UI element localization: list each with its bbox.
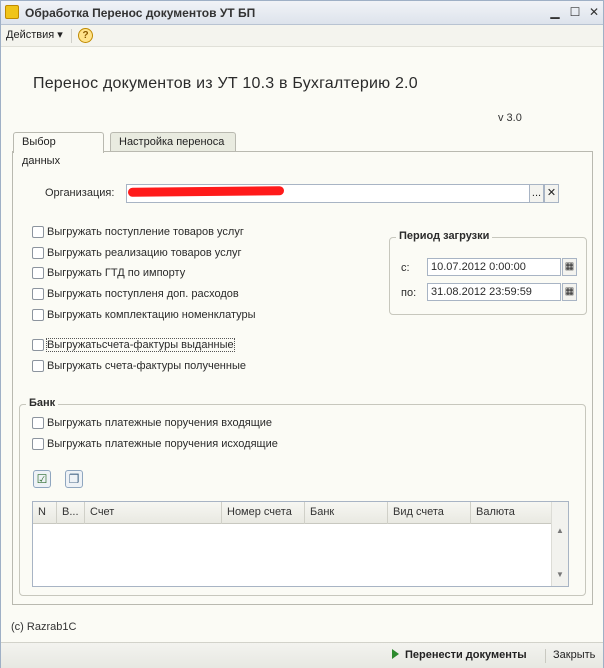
checkbox-label: Выгружать счета-фактуры полученные [47, 360, 246, 372]
checkbox-invoices-issued[interactable]: Выгружатьсчета-фактуры выданные [32, 338, 235, 352]
maximize-button[interactable]: ☐ [567, 5, 583, 20]
checkbox-box[interactable] [32, 267, 44, 279]
column-header[interactable]: Банк [305, 502, 388, 524]
checkbox-box[interactable] [32, 288, 44, 300]
period-title: Период загрузки [396, 230, 493, 242]
checkbox-label: Выгружать реализацию товаров услуг [47, 247, 242, 259]
column-header[interactable]: В... [57, 502, 85, 524]
status-separator [545, 649, 546, 663]
calendar-icon[interactable]: ▦ [562, 258, 577, 276]
bank-accounts-table: N В... Счет Номер счета Банк Вид счета В… [32, 501, 569, 587]
actions-menu-button[interactable]: Действия ▾ [6, 28, 63, 41]
version-label: v 3.0 [498, 112, 522, 124]
checkbox-payments-outgoing[interactable]: Выгружать платежные поручения исходящие [32, 437, 278, 451]
checkbox-box[interactable] [32, 360, 44, 372]
window-title: Обработка Перенос документов УТ БП [25, 6, 256, 20]
tab-data-selection[interactable]: Выбор данных [13, 132, 104, 167]
checkbox-label: Выгружать поступление товаров услуг [47, 226, 244, 238]
scroll-down-arrow[interactable]: ▼ [556, 570, 564, 579]
checkbox-box[interactable] [32, 309, 44, 321]
checkbox-nomenclature-assembly[interactable]: Выгружать комплектацию номенклатуры [32, 308, 256, 322]
checkbox-box[interactable] [32, 226, 44, 238]
close-window-button[interactable]: ✕ [586, 5, 602, 20]
title-bar: Обработка Перенос документов УТ БП ▁ ☐ ✕ [1, 1, 603, 25]
scroll-up-arrow[interactable]: ▲ [556, 526, 564, 535]
checkbox-label: Выгружатьсчета-фактуры выданные [46, 338, 235, 352]
organization-label: Организация: [45, 187, 115, 199]
checkbox-box[interactable] [32, 339, 44, 351]
period-group [389, 237, 587, 315]
calendar-icon[interactable]: ▦ [562, 283, 577, 301]
column-header[interactable]: Вид счета [388, 502, 471, 524]
checkbox-box[interactable] [32, 247, 44, 259]
checkbox-label: Выгружать комплектацию номенклатуры [47, 309, 256, 321]
column-header[interactable]: N [33, 502, 57, 524]
column-header[interactable]: Счет [85, 502, 222, 524]
organization-clear-button[interactable]: ✕ [544, 184, 559, 203]
checkbox-payments-incoming[interactable]: Выгружать платежные поручения входящие [32, 416, 272, 430]
checkbox-label: Выгружать поступленя доп. расходов [47, 288, 239, 300]
checkbox-gtd-import[interactable]: Выгружать ГТД по импорту [32, 266, 185, 280]
transfer-documents-button[interactable]: Перенести документы [392, 649, 527, 661]
checkbox-label: Выгружать ГТД по импорту [47, 267, 186, 279]
column-header[interactable]: Номер счета [222, 502, 305, 524]
table-scrollbar[interactable]: ▲ ▼ [551, 502, 568, 586]
checkbox-receipt-goods[interactable]: Выгружать поступление товаров услуг [32, 225, 244, 239]
organization-redaction [127, 186, 285, 197]
period-from-input[interactable]: 10.07.2012 0:00:00 [427, 258, 561, 276]
checkbox-invoices-received[interactable]: Выгружать счета-фактуры полученные [32, 359, 246, 373]
toolbar-separator [71, 29, 72, 43]
close-button[interactable]: Закрыть [553, 649, 595, 661]
toolbar: Действия ▾ ? [1, 25, 603, 47]
status-bar: Перенести документы Закрыть [1, 642, 603, 668]
app-icon [5, 5, 19, 19]
minimize-button[interactable]: ▁ [547, 5, 563, 20]
checkbox-label: Выгружать платежные поручения входящие [47, 417, 273, 429]
page-title: Перенос документов из УТ 10.3 в Бухгалте… [33, 75, 418, 92]
period-to-input[interactable]: 31.08.2012 23:59:59 [427, 283, 561, 301]
checkbox-label: Выгружать платежные поручения исходящие [47, 438, 278, 450]
table-header: N В... Счет Номер счета Банк Вид счета В… [33, 502, 553, 524]
checkbox-additional-expenses[interactable]: Выгружать поступленя доп. расходов [32, 287, 239, 301]
help-icon[interactable]: ? [78, 28, 93, 43]
column-header[interactable]: Валюта [471, 502, 553, 524]
tab-transfer-settings[interactable]: Настройка переноса [110, 132, 236, 152]
checkbox-box[interactable] [32, 438, 44, 450]
check-all-icon[interactable]: ☑ [33, 470, 51, 488]
checkbox-sales-goods[interactable]: Выгружать реализацию товаров услуг [32, 246, 242, 260]
bank-title: Банк [26, 397, 59, 409]
period-from-label: с: [401, 262, 410, 274]
transfer-documents-label: Перенести документы [405, 649, 527, 661]
play-icon [392, 649, 399, 659]
checkbox-box[interactable] [32, 417, 44, 429]
organization-select-button[interactable]: ... [529, 184, 544, 203]
uncheck-all-icon[interactable]: ❐ [65, 470, 83, 488]
copyright-label: (c) Razrab1C [11, 621, 77, 633]
processing-window: Обработка Перенос документов УТ БП ▁ ☐ ✕… [0, 0, 604, 668]
period-to-label: по: [401, 287, 417, 299]
